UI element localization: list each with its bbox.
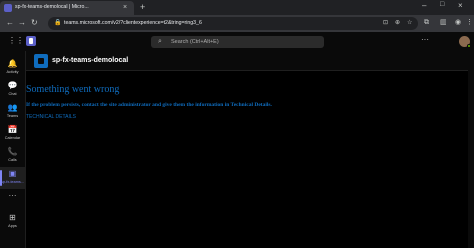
teams-icon: 👥: [7, 103, 18, 112]
teams-logo-icon: [26, 36, 36, 46]
search-placeholder: Search (Ctrl+Alt+E): [171, 39, 219, 45]
rail-label: Calls: [8, 158, 17, 162]
rail-item-more[interactable]: ···: [0, 189, 25, 211]
chat-icon: 💬: [7, 81, 18, 90]
sidepanel-icon[interactable]: ▥: [440, 18, 447, 28]
close-window-button[interactable]: ×: [458, 1, 463, 10]
address-bar[interactable]: 🔒 teams.microsoft.com/v2/?clientexperien…: [48, 17, 418, 30]
new-tab-button[interactable]: +: [140, 2, 145, 12]
browser-menu-icon[interactable]: ⋮: [466, 18, 473, 28]
back-icon[interactable]: ←: [6, 18, 14, 28]
rail-item-teams[interactable]: 👥 Teams: [0, 101, 25, 123]
profile-icon[interactable]: ◉: [455, 18, 461, 28]
teams-favicon-icon: [4, 4, 12, 12]
lock-icon[interactable]: 🔒: [54, 19, 61, 26]
tab-close-icon[interactable]: ×: [123, 3, 127, 12]
rail-label: Calendar: [4, 136, 21, 140]
bell-icon: 🔔: [7, 59, 18, 68]
search-icon: ⌕: [158, 38, 162, 45]
error-title: Something went wrong: [26, 84, 120, 95]
browser-toolbar: ← → ↻ 🔒 teams.microsoft.com/v2/?clientex…: [0, 15, 474, 32]
install-app-icon[interactable]: ⊡: [383, 19, 388, 28]
app-title: sp-fx-teams-demolocal: [52, 57, 129, 64]
tab-title: sp-fx-teams-demolocal | Micro...: [15, 4, 89, 10]
rail-item-calls[interactable]: 📞 Calls: [0, 145, 25, 167]
presence-status-badge: [467, 44, 471, 48]
maximize-button[interactable]: □: [440, 1, 444, 8]
technical-details-link[interactable]: TECHNICAL DETAILS: [26, 114, 76, 121]
search-input[interactable]: ⌕ Search (Ctrl+Alt+E): [151, 36, 324, 48]
settings-more-icon[interactable]: ···: [421, 35, 429, 45]
extensions-icon[interactable]: ⧉: [424, 18, 429, 28]
reload-icon[interactable]: ↻: [31, 18, 38, 28]
zoom-icon[interactable]: ⊕: [395, 19, 400, 28]
minimize-button[interactable]: –: [422, 1, 426, 10]
plus-icon: ⊞: [9, 213, 16, 222]
rail-item-calendar[interactable]: 📅 Calendar: [0, 123, 25, 145]
rail-item-activity[interactable]: 🔔 Activity: [0, 57, 25, 79]
rail-item-chat[interactable]: 💬 Chat: [0, 79, 25, 101]
app-header: sp-fx-teams-demolocal: [26, 51, 469, 71]
rail-label: Activity: [6, 70, 19, 74]
rail-label: Teams: [6, 114, 19, 118]
error-message: If the problem persists, contact the sit…: [26, 102, 272, 108]
rail-label: sp-fx-teams...: [1, 180, 24, 184]
main-content: sp-fx-teams-demolocal Something went wro…: [25, 51, 469, 248]
teams-header: ⋮⋮⋮ ⌕ Search (Ctrl+Alt+E) ···: [0, 32, 474, 51]
calendar-icon: 📅: [7, 125, 18, 134]
rail-label: Chat: [8, 92, 17, 96]
browser-tabstrip: sp-fx-teams-demolocal | Micro... × + – □…: [0, 0, 474, 15]
left-rail: 🔔 Activity 💬 Chat 👥 Teams 📅 Calendar 📞 C…: [0, 51, 25, 248]
rail-item-sp-fx[interactable]: ▣ sp-fx-teams...: [0, 167, 25, 189]
forward-icon[interactable]: →: [18, 18, 26, 28]
url-text[interactable]: teams.microsoft.com/v2/?clientexperience…: [64, 19, 202, 28]
more-icon: ···: [8, 191, 17, 200]
app-icon: ▣: [8, 169, 17, 178]
bookmark-star-icon[interactable]: ☆: [407, 19, 412, 28]
rail-item-apps[interactable]: ⊞ Apps: [0, 211, 25, 233]
scrollbar[interactable]: [468, 51, 474, 248]
browser-tab[interactable]: sp-fx-teams-demolocal | Micro... ×: [0, 1, 134, 15]
app-icon: [34, 54, 48, 68]
phone-icon: 📞: [7, 147, 18, 156]
rail-label: Apps: [8, 224, 17, 228]
